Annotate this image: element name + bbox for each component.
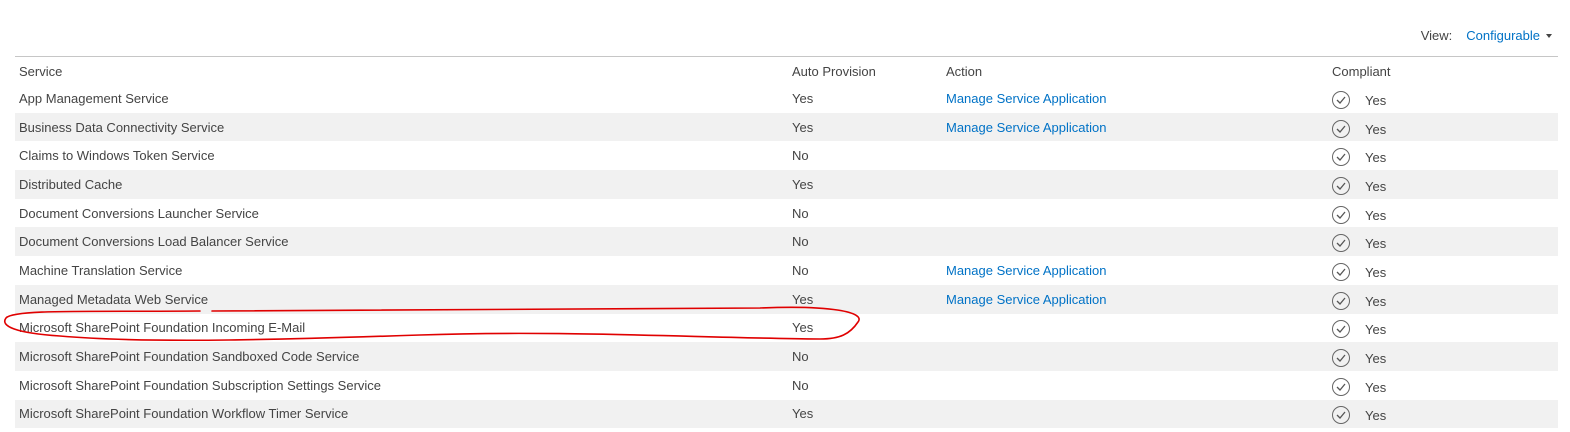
- check-circle-icon: [1332, 291, 1350, 310]
- manage-service-application-link[interactable]: Manage Service Application: [946, 285, 1106, 314]
- compliant-value: Yes: [1365, 236, 1387, 252]
- auto-provision-value: Yes: [792, 176, 814, 192]
- service-name: Document Conversions Launcher Service: [19, 205, 259, 221]
- service-name: Document Conversions Load Balancer Servi…: [19, 234, 289, 250]
- auto-provision-value: No: [792, 148, 809, 164]
- column-header-action[interactable]: Action: [946, 57, 982, 81]
- table-row: Microsoft SharePoint Foundation Subscrip…: [15, 371, 1558, 400]
- check-circle-icon: [1332, 148, 1350, 167]
- check-circle-icon: [1332, 377, 1350, 396]
- table-row: Microsoft SharePoint Foundation Workflow…: [15, 399, 1558, 429]
- auto-provision-value: No: [792, 234, 809, 250]
- check-circle-icon: [1332, 262, 1350, 281]
- auto-provision-value: Yes: [792, 406, 814, 422]
- compliant-status: Yes: [1332, 400, 1386, 429]
- auto-provision-value: Yes: [792, 119, 814, 135]
- compliant-status: Yes: [1332, 342, 1386, 371]
- auto-provision-value: No: [792, 205, 809, 221]
- compliant-value: Yes: [1365, 92, 1387, 108]
- table-row: App Management Service Yes Manage Service …: [15, 84, 1558, 113]
- table-row: Document Conversions Load Balancer Servi…: [15, 227, 1558, 257]
- compliant-status: Yes: [1332, 371, 1386, 400]
- manage-service-application-link[interactable]: Manage Service Application: [946, 113, 1106, 142]
- table-row: Microsoft SharePoint Foundation Sandboxe…: [15, 342, 1558, 371]
- service-name: Microsoft SharePoint Foundation Incoming…: [19, 320, 306, 336]
- compliant-status: Yes: [1332, 84, 1386, 113]
- auto-provision-value: No: [792, 349, 809, 365]
- service-name: Claims to Windows Token Service: [19, 148, 215, 164]
- check-circle-icon: [1332, 349, 1350, 368]
- service-name: Microsoft SharePoint Foundation Subscrip…: [19, 377, 382, 393]
- table-row: Managed Metadata Web Service Yes Manage Se…: [15, 284, 1558, 314]
- table-row: Distributed Cache Yes Yes: [15, 170, 1558, 199]
- column-header-compliant[interactable]: Compliant: [1332, 57, 1391, 81]
- compliant-value: Yes: [1365, 178, 1387, 194]
- check-circle-icon: [1332, 234, 1350, 253]
- services-table: Service Auto Provision Action Compliant …: [15, 56, 1558, 429]
- check-circle-icon: [1332, 176, 1350, 195]
- check-circle-icon: [1332, 205, 1350, 224]
- view-dropdown[interactable]: Configurable: [1466, 28, 1552, 43]
- compliant-value: Yes: [1365, 408, 1387, 424]
- table-row: Microsoft SharePoint Foundation Incoming…: [15, 314, 1558, 343]
- compliant-value: Yes: [1365, 322, 1387, 338]
- table-row: Document Conversions Launcher Service No Y…: [15, 199, 1558, 228]
- auto-provision-value: Yes: [792, 90, 814, 106]
- service-name: Microsoft SharePoint Foundation Sandboxe…: [19, 349, 360, 365]
- table-row: Claims to Windows Token Service No Yes: [15, 141, 1558, 170]
- column-header-auto-provision[interactable]: Auto Provision: [792, 57, 876, 81]
- compliant-status: Yes: [1332, 141, 1386, 170]
- compliant-status: Yes: [1332, 285, 1386, 314]
- manage-service-application-link[interactable]: Manage Service Application: [946, 256, 1106, 285]
- check-circle-icon: [1332, 320, 1350, 339]
- compliant-value: Yes: [1365, 379, 1387, 395]
- check-circle-icon: [1332, 406, 1350, 425]
- manage-service-application-link[interactable]: Manage Service Application: [946, 84, 1106, 113]
- compliant-value: Yes: [1365, 351, 1387, 367]
- view-label: View:: [1420, 27, 1453, 43]
- service-name: Machine Translation Service: [19, 262, 183, 278]
- check-circle-icon: [1332, 119, 1350, 138]
- table-row: Business Data Connectivity Service Yes Man…: [15, 112, 1558, 142]
- service-name: App Management Service: [19, 90, 169, 106]
- service-name: Business Data Connectivity Service: [19, 119, 225, 135]
- service-name: Distributed Cache: [19, 176, 123, 192]
- compliant-status: Yes: [1332, 113, 1386, 142]
- compliant-value: Yes: [1365, 293, 1387, 309]
- caret-down-icon[interactable]: [1546, 34, 1552, 38]
- service-name: Managed Metadata Web Service: [19, 291, 209, 307]
- compliant-status: Yes: [1332, 199, 1386, 228]
- compliant-status: Yes: [1332, 256, 1386, 285]
- compliant-status: Yes: [1332, 227, 1386, 256]
- auto-provision-value: Yes: [792, 320, 814, 336]
- auto-provision-value: No: [792, 377, 809, 393]
- compliant-value: Yes: [1365, 264, 1387, 280]
- table-row: Machine Translation Service No Manage Serv…: [15, 256, 1558, 285]
- service-name: Microsoft SharePoint Foundation Workflow…: [19, 406, 349, 422]
- auto-provision-value: No: [792, 262, 809, 278]
- column-header-service[interactable]: Service: [19, 57, 62, 81]
- compliant-value: Yes: [1365, 150, 1387, 166]
- auto-provision-value: Yes: [792, 291, 814, 307]
- compliant-value: Yes: [1365, 207, 1387, 223]
- view-selector-bar: View: Configurable: [1421, 26, 1552, 44]
- compliant-status: Yes: [1332, 314, 1386, 343]
- table-header: Service Auto Provision Action Compliant: [15, 57, 1558, 84]
- compliant-status: Yes: [1332, 170, 1386, 199]
- compliant-value: Yes: [1365, 121, 1387, 137]
- check-circle-icon: [1332, 90, 1350, 109]
- view-value[interactable]: Configurable: [1466, 28, 1540, 43]
